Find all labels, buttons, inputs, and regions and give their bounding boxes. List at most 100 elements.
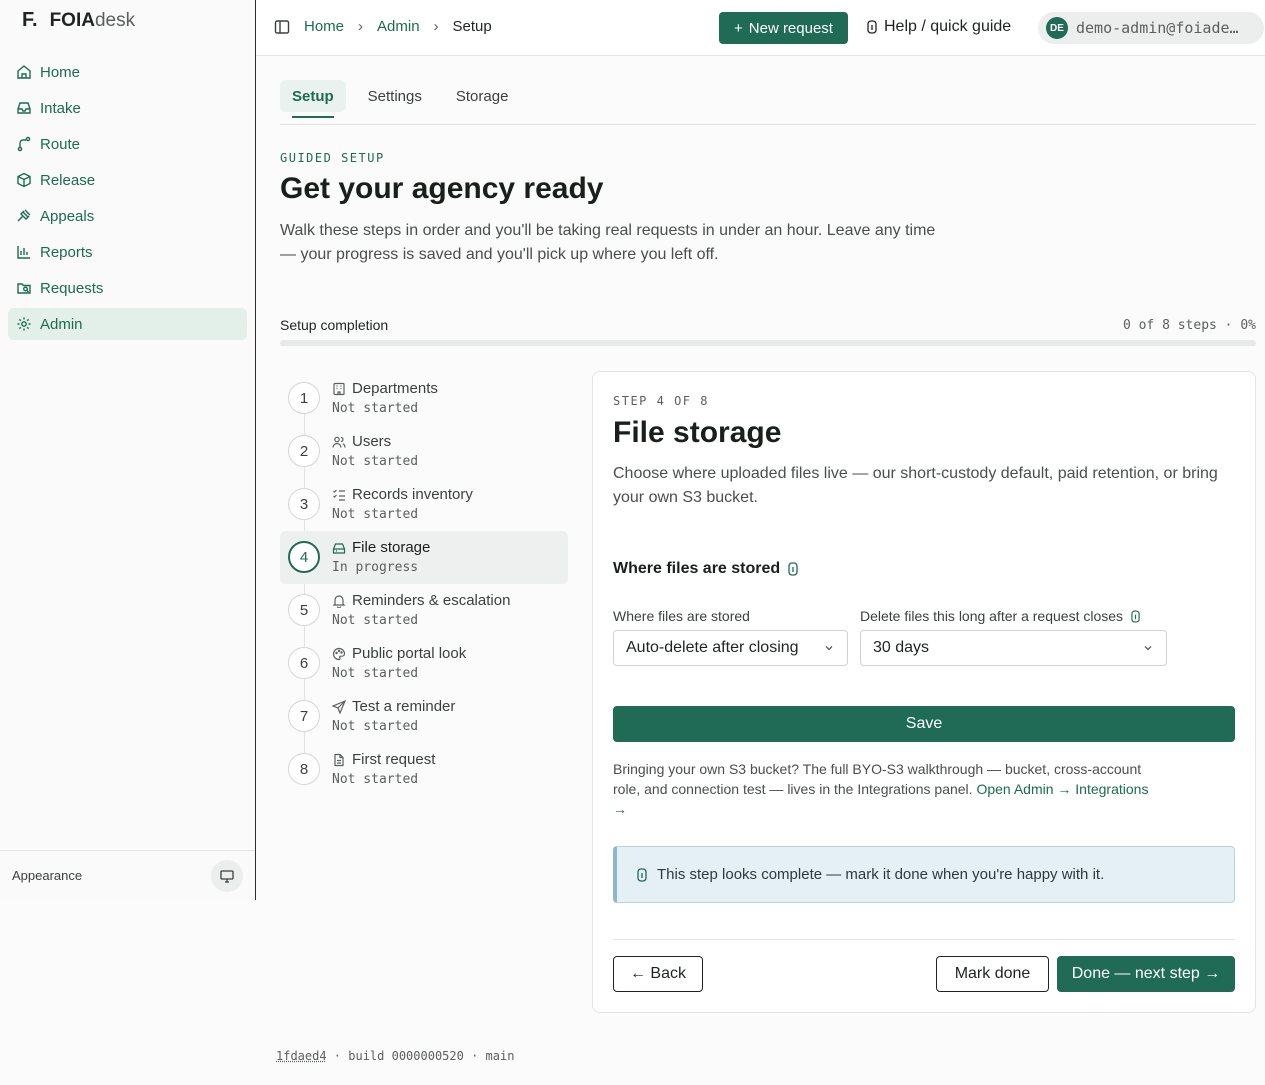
step-label: Public portal look (352, 645, 467, 662)
info-icon[interactable] (788, 562, 798, 576)
commit-hash[interactable]: 1fdaed4 (276, 1049, 327, 1063)
back-button[interactable]: ← Back (613, 956, 703, 992)
byo-s3-note: Bringing your own S3 bucket? The full BY… (613, 759, 1153, 819)
sidebar-item-release[interactable]: Release (8, 164, 247, 196)
sidebar-item-route[interactable]: Route (8, 128, 247, 160)
step-status: Not started (332, 507, 419, 522)
build-details: · build 0000000520 · main (326, 1049, 515, 1063)
hard-drive-icon (332, 541, 346, 555)
user-menu[interactable]: DE demo-admin@foiade… (1038, 12, 1264, 44)
delete-after-label-text: Delete files this long after a request c… (860, 608, 1124, 624)
sidebar-item-label: Admin (40, 315, 83, 333)
sidebar-item-label: Appeals (40, 207, 95, 225)
step-status: Not started (332, 401, 419, 416)
step-label: Test a reminder (352, 698, 456, 715)
chevron-down-icon (823, 642, 835, 654)
step-number: 1 (288, 382, 320, 414)
sidebar-item-intake[interactable]: Intake (8, 92, 247, 124)
sidebar-item-requests[interactable]: Requests (8, 272, 247, 304)
gear-icon (16, 316, 32, 332)
brand-mark: F. (22, 9, 38, 31)
step-users[interactable]: 2 Users Not started (280, 425, 568, 478)
delete-after-select[interactable]: 30 days (860, 630, 1167, 666)
step-test-a-reminder[interactable]: 7 Test a reminder Not started (280, 690, 568, 743)
sidebar-item-label: Home (40, 63, 81, 81)
step-records-inventory[interactable]: 3 Records inventory Not started (280, 478, 568, 531)
info-icon (637, 867, 647, 882)
step-status: Not started (332, 666, 419, 681)
brand-logo[interactable]: F. FOIAdesk (22, 9, 135, 32)
step-number: 8 (288, 753, 320, 785)
step-number: 2 (288, 435, 320, 467)
step-public-portal-look[interactable]: 6 Public portal look Not started (280, 637, 568, 690)
page-eyebrow: GUIDED SETUP (280, 151, 385, 165)
sidebar-item-admin[interactable]: Admin (8, 308, 247, 340)
divider (613, 939, 1235, 940)
step-title: File storage (613, 416, 782, 449)
step-number: 4 (288, 541, 320, 573)
step-reminders-escalation[interactable]: 5 Reminders & escalation Not started (280, 584, 568, 637)
step-number: 3 (288, 488, 320, 520)
breadcrumb-home[interactable]: Home (304, 18, 344, 35)
theme-toggle-button[interactable] (211, 859, 243, 892)
step-label: Departments (352, 380, 438, 397)
page-title: Get your agency ready (280, 172, 604, 205)
info-icon[interactable] (1131, 610, 1140, 623)
sidebar-footer: Appearance (0, 850, 255, 900)
breadcrumb-admin[interactable]: Admin (377, 18, 420, 35)
bell-icon (332, 594, 346, 608)
storage-mode-select[interactable]: Auto-delete after closing (613, 630, 848, 666)
step-eyebrow: STEP 4 OF 8 (613, 394, 709, 408)
section-title: Where files are stored (613, 560, 798, 578)
progress-bar (280, 340, 1256, 346)
step-file-storage[interactable]: 4 File storage In progress (280, 531, 568, 584)
progress-label: Setup completion (280, 317, 389, 333)
delete-after-value: 30 days (873, 639, 930, 656)
tab-setup[interactable]: Setup (280, 80, 346, 118)
package-icon (16, 172, 32, 188)
route-icon (16, 136, 32, 152)
palette-icon (332, 647, 346, 661)
done-next-step-button[interactable]: Done — next step → (1057, 956, 1235, 992)
help-quick-guide-button[interactable]: Help / quick guide (866, 18, 1011, 36)
new-request-button[interactable]: + New request (719, 12, 848, 44)
chevron-right-icon: › (433, 18, 439, 35)
list-checks-icon (332, 488, 346, 502)
step-label: Users (352, 433, 392, 450)
sidebar-item-home[interactable]: Home (8, 56, 247, 88)
sidebar-item-label: Reports (40, 243, 93, 261)
file-text-icon (332, 753, 346, 767)
inbox-icon (16, 100, 32, 116)
sidebar-item-reports[interactable]: Reports (8, 236, 247, 268)
step-complete-callout: This step looks complete — mark it done … (613, 846, 1235, 903)
send-icon (332, 699, 346, 714)
storage-mode-value: Auto-delete after closing (626, 639, 799, 656)
step-status: Not started (332, 772, 419, 787)
tab-settings[interactable]: Settings (356, 80, 434, 112)
mark-done-button[interactable]: Mark done (936, 956, 1049, 992)
step-departments[interactable]: 1 Departments Not started (280, 372, 568, 425)
appearance-label: Appearance (12, 868, 83, 883)
save-button[interactable]: Save (613, 706, 1235, 742)
plus-icon: + (734, 19, 743, 37)
users-icon (332, 435, 346, 449)
avatar: DE (1046, 17, 1068, 39)
step-label: Records inventory (352, 486, 473, 503)
sidebar-item-label: Release (40, 171, 96, 189)
sidebar-item-label: Intake (40, 99, 81, 117)
bar-chart-icon (16, 244, 32, 260)
build-info: 1fdaed4 · build 0000000520 · main (276, 1049, 514, 1063)
building-icon (332, 382, 346, 396)
sidebar-toggle-icon[interactable] (274, 19, 290, 35)
step-first-request[interactable]: 8 First request Not started (280, 743, 568, 796)
sidebar-item-appeals[interactable]: Appeals (8, 200, 247, 232)
main-nav: Home Intake Route Release Appeals Report… (8, 56, 247, 344)
brand-name: FOIAdesk (49, 9, 136, 31)
breadcrumb: Home › Admin › Setup (274, 18, 492, 35)
step-label: Reminders & escalation (352, 592, 511, 609)
tab-storage[interactable]: Storage (444, 80, 521, 112)
admin-tabs: Setup Settings Storage (280, 80, 1256, 125)
step-status: In progress (332, 560, 419, 575)
page-lead: Walk these steps in order and you'll be … (280, 222, 936, 263)
chevron-right-icon: › (358, 18, 364, 35)
